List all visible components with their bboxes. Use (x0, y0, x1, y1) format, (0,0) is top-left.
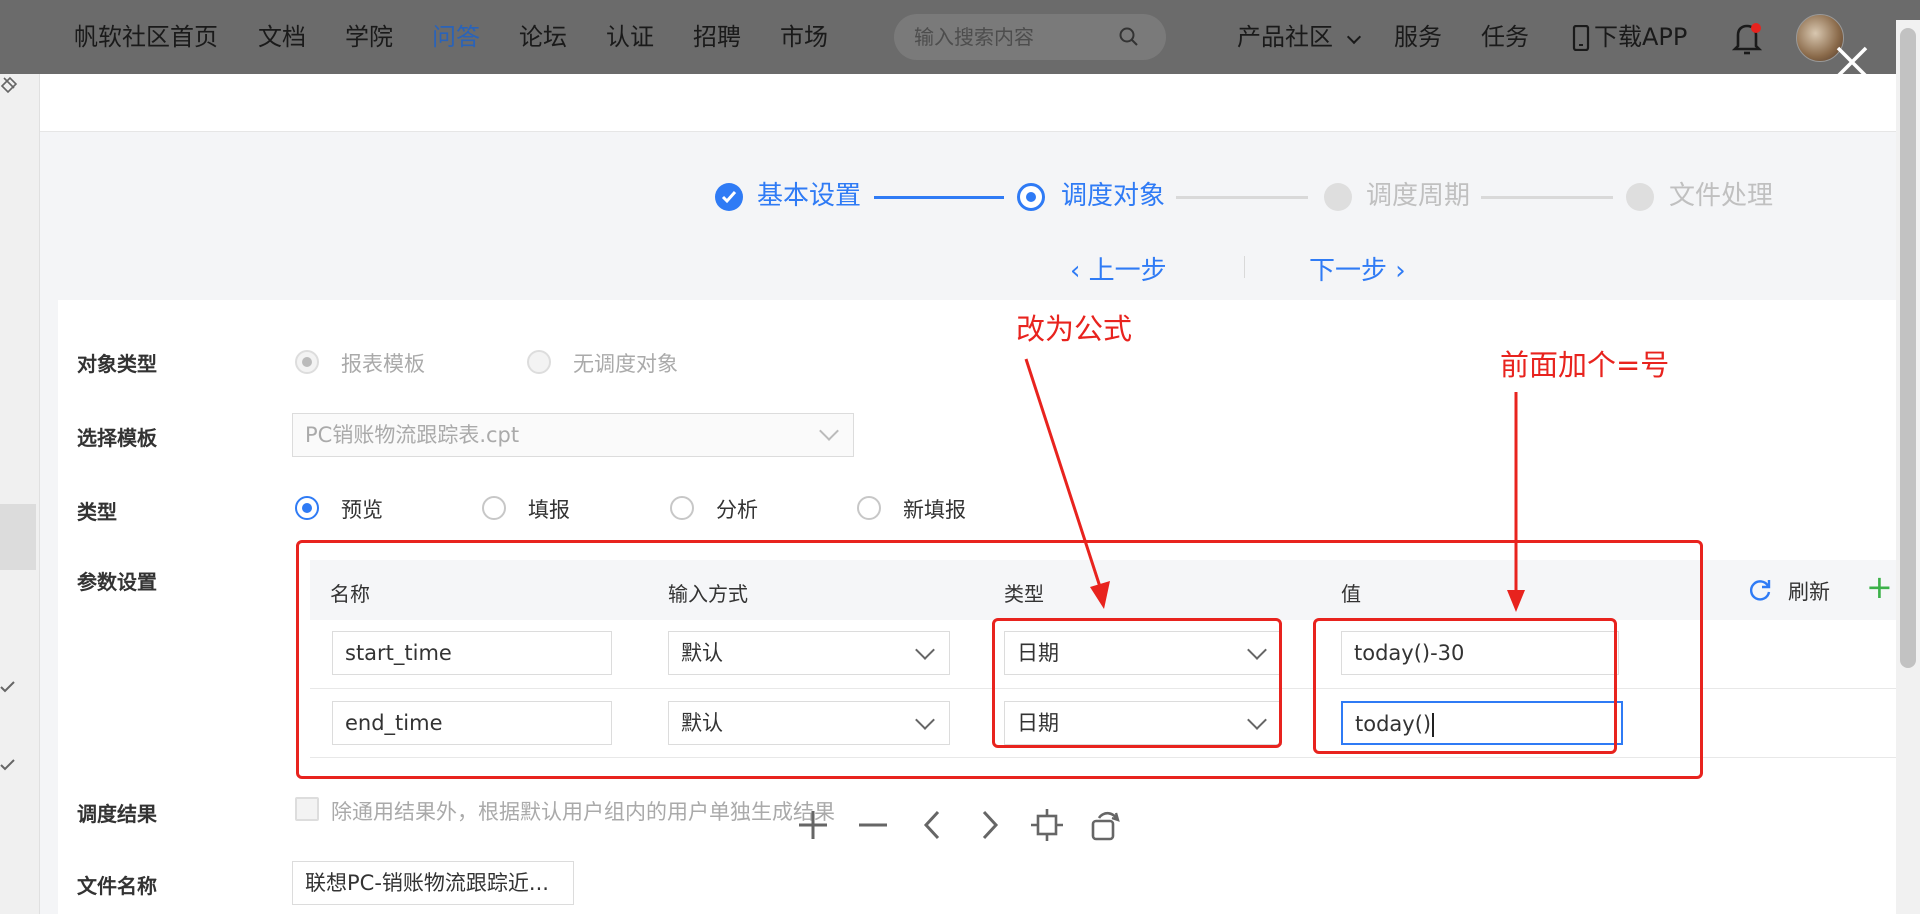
next-step-label: 下一步 (1309, 256, 1388, 286)
sidebar-selected-marker (0, 504, 36, 570)
prev-step-button[interactable]: ‹ 上一步 (1070, 250, 1167, 287)
chevron-right-icon: › (1387, 256, 1406, 286)
bell-icon[interactable] (1730, 20, 1764, 56)
pin-icon[interactable] (0, 76, 18, 96)
nav-home[interactable]: 帆软社区首页 (74, 0, 218, 74)
result-checkbox[interactable] (295, 797, 319, 821)
rotate-icon[interactable] (1088, 808, 1122, 842)
search-box (894, 14, 1166, 60)
radio-new-fill[interactable] (857, 496, 881, 520)
annotation-box-type (992, 618, 1282, 748)
radio-preview-label: 预览 (341, 498, 383, 522)
divider (1244, 256, 1245, 278)
nav-jobs[interactable]: 招聘 (693, 0, 741, 74)
step-connector (874, 196, 1004, 199)
check-icon (0, 681, 15, 693)
step-schedule-period[interactable]: 调度周期 (1366, 178, 1470, 214)
zoom-out-icon[interactable] (856, 808, 890, 842)
fit-screen-icon[interactable] (1030, 808, 1064, 842)
content-header (40, 74, 1896, 132)
template-select-value: PC销账物流跟踪表.cpt (305, 423, 520, 447)
annotation-arrow-icon (1024, 358, 1110, 609)
refresh-icon[interactable] (1747, 577, 1773, 603)
nav-market[interactable]: 市场 (780, 0, 828, 74)
step-pending-icon (1626, 183, 1654, 211)
radio-analysis-label: 分析 (716, 498, 758, 522)
step-connector (1481, 196, 1613, 199)
step-basic-settings[interactable]: 基本设置 (757, 178, 861, 214)
check-icon (0, 759, 15, 771)
nav-academy[interactable]: 学院 (345, 0, 393, 74)
previous-image-icon[interactable] (916, 808, 950, 842)
result-label: 调度结果 (77, 802, 157, 826)
refresh-button[interactable]: 刷新 (1788, 576, 1830, 606)
step-file-processing[interactable]: 文件处理 (1669, 178, 1773, 214)
radio-no-object-label: 无调度对象 (573, 352, 678, 376)
search-icon[interactable] (1118, 26, 1140, 48)
nav-certification[interactable]: 认证 (606, 0, 654, 74)
scrollbar-thumb[interactable] (1900, 28, 1916, 668)
params-label: 参数设置 (77, 570, 157, 594)
result-checkbox-label: 除通用结果外，根据默认用户组内的用户单独生成结果 (331, 800, 835, 824)
annotation-add-equals: 前面加个=号 (1500, 348, 1670, 382)
template-label: 选择模板 (77, 426, 157, 450)
annotation-arrow-icon (1507, 392, 1525, 612)
step-connector (1176, 196, 1308, 199)
left-sidebar (0, 74, 40, 914)
search-input[interactable] (914, 25, 1114, 49)
radio-analysis[interactable] (670, 496, 694, 520)
radio-preview[interactable] (295, 496, 319, 520)
phone-icon (1572, 25, 1590, 51)
next-image-icon[interactable] (972, 808, 1006, 842)
nav-qa[interactable]: 问答 (432, 0, 480, 74)
step-pending-icon (1324, 183, 1352, 211)
template-select[interactable]: PC销账物流跟踪表.cpt (292, 413, 854, 457)
radio-report-template[interactable] (295, 350, 319, 374)
radio-no-object[interactable] (527, 350, 551, 374)
annotation-change-to-formula: 改为公式 (1016, 312, 1133, 346)
nav-services[interactable]: 服务 (1394, 0, 1442, 74)
nav-docs[interactable]: 文档 (258, 0, 306, 74)
chevron-down-icon (819, 421, 839, 441)
zoom-in-icon[interactable] (796, 808, 830, 842)
type-label: 类型 (77, 500, 117, 524)
nav-product-community[interactable]: 产品社区 (1237, 0, 1362, 74)
radio-new-fill-label: 新填报 (903, 498, 966, 522)
step-done-icon (715, 183, 743, 211)
nav-tasks[interactable]: 任务 (1481, 0, 1529, 74)
step-current-icon (1017, 183, 1045, 211)
radio-fill[interactable] (482, 496, 506, 520)
nav-product-community-label: 产品社区 (1237, 23, 1333, 51)
radio-report-template-label: 报表模板 (341, 352, 425, 376)
next-step-button[interactable]: 下一步 › (1309, 250, 1406, 287)
filename-label: 文件名称 (77, 874, 157, 898)
nav-forum[interactable]: 论坛 (519, 0, 567, 74)
annotation-box-value (1313, 618, 1617, 754)
object-type-label: 对象类型 (77, 352, 157, 376)
download-app-label: 下载APP (1594, 23, 1688, 51)
prev-step-label: 上一步 (1088, 256, 1167, 286)
chevron-left-icon: ‹ (1070, 256, 1089, 286)
filename-input[interactable]: 联想PC-销账物流跟踪近... (292, 861, 574, 905)
radio-fill-label: 填报 (528, 498, 570, 522)
add-icon[interactable]: + (1866, 568, 1893, 606)
step-schedule-object[interactable]: 调度对象 (1061, 178, 1165, 214)
